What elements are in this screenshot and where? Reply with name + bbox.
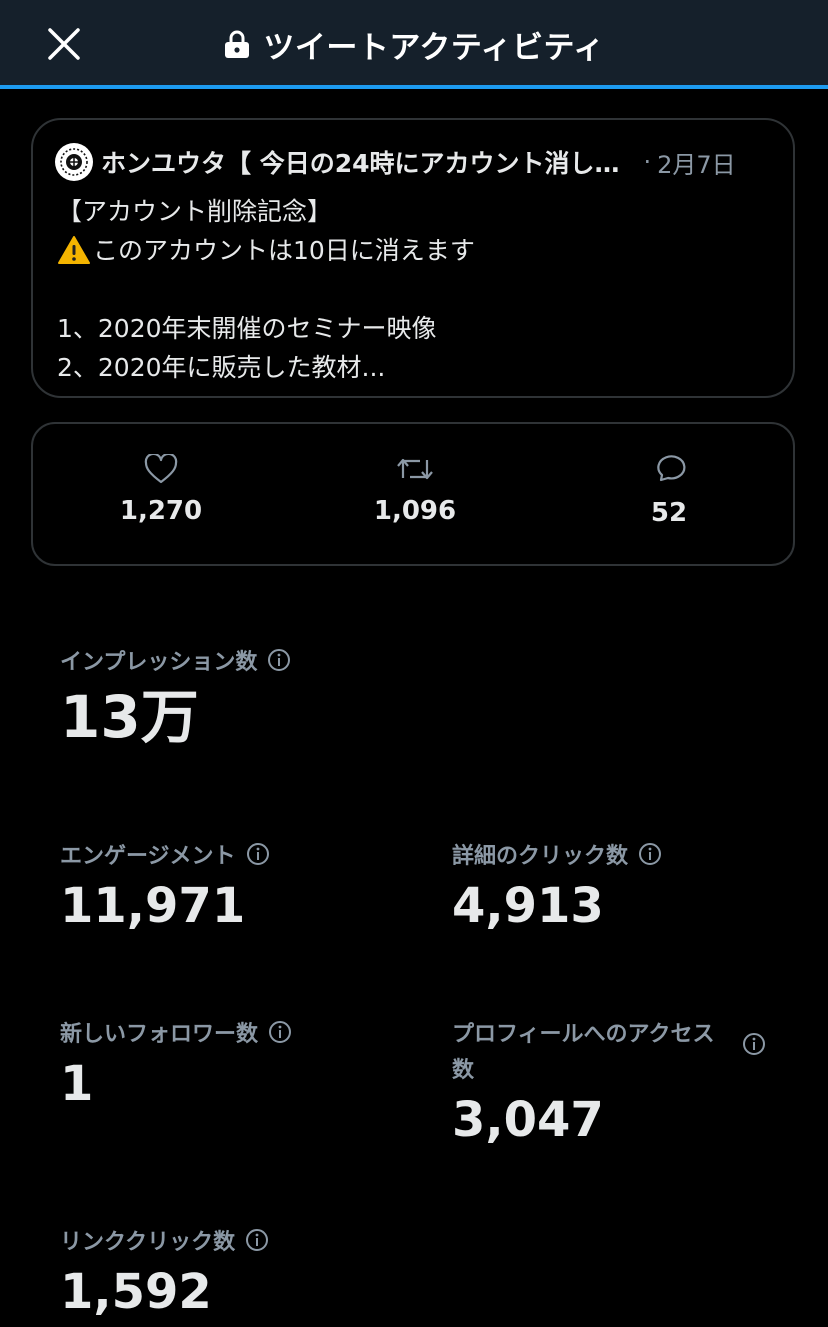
replies-stat[interactable]: 52 xyxy=(589,454,749,528)
tweet-line: 2、2020年に販売した教材... xyxy=(57,353,386,382)
replies-count: 52 xyxy=(650,498,688,528)
engagement-card: 1,270 1,096 52 xyxy=(31,422,795,566)
tweet-line-warning: このアカウントは10日に消えます xyxy=(57,231,771,270)
metric-profile-access: プロフィールへのアクセス 数 3,047 xyxy=(452,1016,772,1148)
info-icon[interactable] xyxy=(268,1020,292,1044)
reply-icon xyxy=(657,455,686,482)
info-icon[interactable] xyxy=(267,648,291,672)
tweet-card[interactable]: ホンユウタ【 今日の24時にアカウント消し… · 2月7日 【アカウント削除記念… xyxy=(31,118,795,398)
header-accent-line xyxy=(0,85,828,89)
tweet-text: 【アカウント削除記念】 このアカウントは10日に消えます 1、2020年末開催の… xyxy=(57,192,771,387)
metric-impressions: インプレッション数 13万 xyxy=(60,644,291,750)
tweet-separator: · xyxy=(643,148,652,176)
tweet-author[interactable]: ホンユウタ【 今日の24時にアカウント消し… xyxy=(101,144,620,180)
new-followers-value: 1 xyxy=(60,1056,94,1112)
page-title-row: ツイートアクティビティ xyxy=(0,22,828,66)
warning-icon xyxy=(58,236,90,264)
profile-access-label-line2: 数 xyxy=(452,1058,475,1083)
tweet-line: 1、2020年末開催のセミナー映像 xyxy=(57,314,437,343)
retweet-icon xyxy=(397,458,433,480)
tweet-line xyxy=(57,270,771,309)
new-followers-label: 新しいフォロワー数 xyxy=(60,1022,259,1047)
metric-detail-clicks: 詳細のクリック数 4,913 xyxy=(452,838,662,934)
link-clicks-value: 1,592 xyxy=(60,1264,212,1320)
retweets-count: 1,096 xyxy=(373,496,457,526)
info-icon[interactable] xyxy=(246,842,270,866)
heart-icon xyxy=(144,454,178,484)
metric-new-followers: 新しいフォロワー数 1 xyxy=(60,1016,292,1112)
likes-count: 1,270 xyxy=(119,496,203,526)
impressions-value: 13万 xyxy=(60,683,199,751)
metric-engagements: エンゲージメント 11,971 xyxy=(60,838,270,934)
page-title: ツイートアクティビティ xyxy=(263,29,605,66)
avatar[interactable] xyxy=(55,143,93,181)
detail-clicks-label: 詳細のクリック数 xyxy=(452,844,629,869)
engagements-value: 11,971 xyxy=(60,878,246,934)
info-icon[interactable] xyxy=(742,1032,766,1056)
likes-stat[interactable]: 1,270 xyxy=(81,454,241,526)
info-icon[interactable] xyxy=(638,842,662,866)
info-icon[interactable] xyxy=(245,1228,269,1252)
top-bar: ツイートアクティビティ xyxy=(0,0,828,85)
tweet-line: このアカウントは10日に消えます xyxy=(93,236,475,265)
lock-icon xyxy=(225,30,250,58)
impressions-label: インプレッション数 xyxy=(60,650,258,675)
tweet-line: 【アカウント削除記念】 xyxy=(57,197,333,226)
detail-clicks-value: 4,913 xyxy=(452,878,604,934)
tweet-date: 2月7日 xyxy=(657,150,736,179)
profile-access-label-line1: プロフィールへのアクセス xyxy=(452,1022,715,1047)
retweets-stat[interactable]: 1,096 xyxy=(335,454,495,526)
tweet-header: ホンユウタ【 今日の24時にアカウント消し… · 2月7日 xyxy=(55,143,771,181)
profile-access-value: 3,047 xyxy=(452,1092,604,1148)
engagements-label: エンゲージメント xyxy=(60,844,236,869)
link-clicks-label: リンククリック数 xyxy=(60,1230,236,1255)
metric-link-clicks: リンククリック数 1,592 xyxy=(60,1224,269,1320)
